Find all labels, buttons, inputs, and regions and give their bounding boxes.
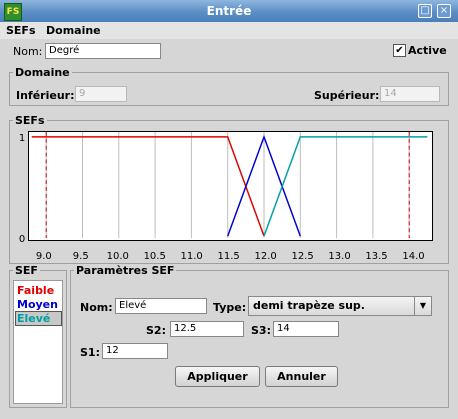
sef-listbox[interactable]: Faible Moyen Elevé	[13, 280, 63, 404]
sef-list-title: SEF	[13, 264, 40, 277]
superieur-label: Supérieur:	[314, 89, 380, 102]
sef-nom-field[interactable]: Elevé	[115, 298, 207, 314]
list-item-eleve[interactable]: Elevé	[15, 311, 62, 326]
nom-field[interactable]: Degré	[45, 43, 161, 59]
s3-field[interactable]: 14	[273, 321, 339, 337]
type-label: Type:	[213, 301, 247, 314]
params-group	[70, 270, 449, 408]
s2-label: S2:	[146, 324, 166, 337]
nom-label: Nom:	[13, 45, 43, 58]
sefs-title: SEFs	[13, 114, 47, 127]
type-dropdown-value: demi trapèze sup.	[253, 299, 365, 312]
cancel-button[interactable]: Annuler	[265, 366, 338, 387]
series-line-faible	[31, 136, 265, 237]
window-title: Entrée	[206, 4, 252, 18]
params-title: Paramètres SEF	[74, 264, 177, 277]
menu-sefs[interactable]: SEFs	[6, 22, 36, 39]
list-item-moyen[interactable]: Moyen	[16, 298, 61, 311]
sef-nom-label: Nom:	[80, 301, 113, 314]
s1-label: S1:	[80, 346, 100, 359]
inferieur-field[interactable]: 9	[75, 86, 127, 102]
close-icon[interactable]: ×	[437, 4, 451, 18]
series-line-elevé	[263, 136, 428, 237]
active-label: Active	[408, 44, 447, 57]
list-item-faible[interactable]: Faible	[16, 284, 61, 297]
s1-field[interactable]: 12	[102, 343, 168, 359]
s2-field[interactable]: 12.5	[170, 321, 244, 337]
maximize-icon[interactable]: □	[418, 4, 432, 18]
active-checkbox[interactable]: ✔	[393, 44, 406, 57]
superieur-field[interactable]: 14	[380, 86, 440, 102]
menu-domaine[interactable]: Domaine	[46, 22, 101, 39]
chevron-down-icon[interactable]: ▼	[414, 297, 431, 315]
s3-label: S3:	[251, 324, 271, 337]
type-dropdown[interactable]: demi trapèze sup. ▼	[248, 296, 432, 316]
domaine-title: Domaine	[13, 66, 72, 79]
apply-button[interactable]: Appliquer	[175, 366, 260, 387]
inferieur-label: Inférieur:	[16, 89, 75, 102]
membership-chart[interactable]	[28, 131, 433, 241]
